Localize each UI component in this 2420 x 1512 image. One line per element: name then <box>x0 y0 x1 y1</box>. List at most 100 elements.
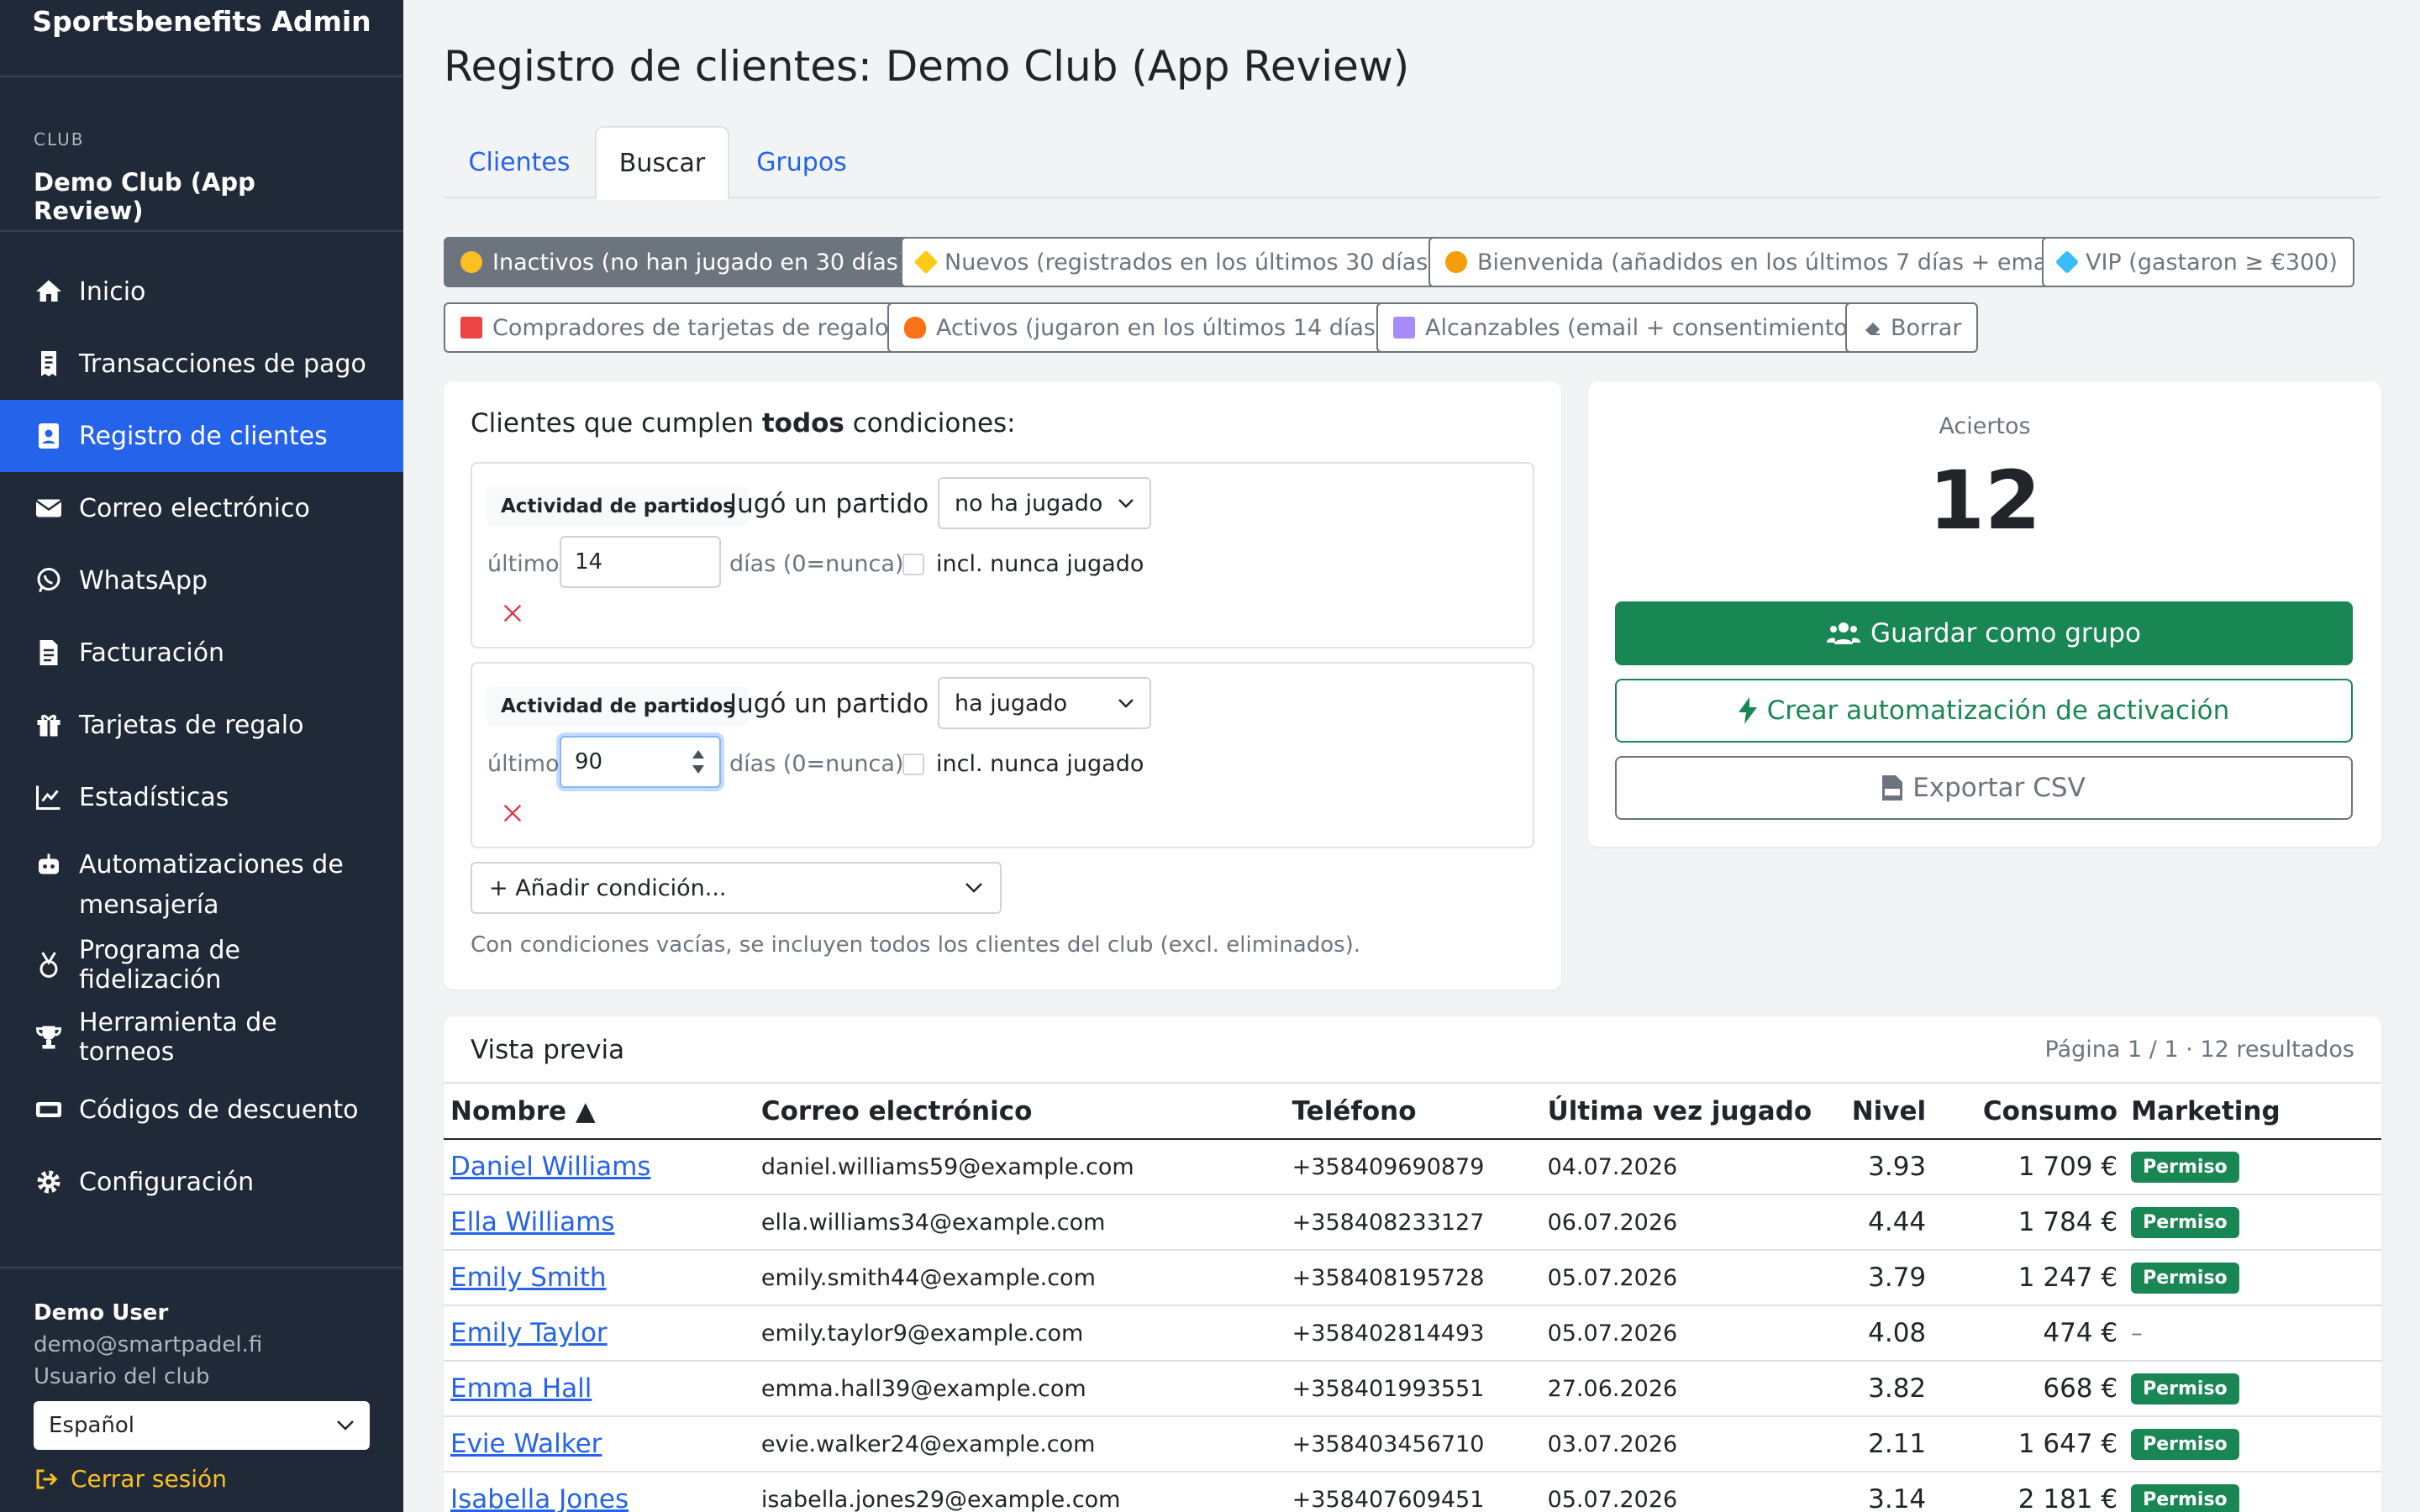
table-row: Evie Walker evie.walker24@example.com +358… <box>444 1416 2381 1473</box>
marketing-badge: Permiso <box>2131 1151 2239 1183</box>
sidebar-item-inicio[interactable]: Inicio <box>0 255 403 328</box>
tab-clientes[interactable]: Clientes <box>444 126 595 198</box>
save-group-button[interactable]: Guardar como grupo <box>1615 601 2353 665</box>
sidebar-item-registro-clientes[interactable]: Registro de clientes <box>0 400 403 472</box>
cell-last-played: 05.07.2026 <box>1540 1250 1819 1306</box>
conditions-heading-bold: todos <box>761 408 844 438</box>
column-header-nivel[interactable]: Nivel <box>1818 1084 1933 1140</box>
export-csv-label: Exportar CSV <box>1912 773 2086 803</box>
tab-grupos[interactable]: Grupos <box>729 126 874 198</box>
preset-compradores-tarjetas[interactable]: Compradores de tarjetas de regalo <box>444 302 906 353</box>
column-header-nombre[interactable]: Nombre ▲ <box>444 1084 755 1140</box>
customer-link[interactable]: Emma Hall <box>450 1373 592 1404</box>
sidebar-item-label: Inicio <box>79 276 146 307</box>
preset-label: Activos (jugaron en los últimos 14 días) <box>936 314 1385 341</box>
preview-header: Vista previa Página 1 / 1 · 12 resultado… <box>444 1016 2381 1084</box>
preset-inactivos[interactable]: Inactivos (no han jugado en 30 días) <box>444 237 924 287</box>
cell-email: emma.hall39@example.com <box>754 1361 1286 1417</box>
sidebar-item-whatsapp[interactable]: WhatsApp <box>0 544 403 617</box>
condition-days-input[interactable]: 90 <box>560 736 721 788</box>
include-never-checkbox[interactable]: incl. nunca jugado <box>902 751 1144 777</box>
condition-days-value: 90 <box>575 749 603 774</box>
spinner-arrows-icon[interactable] <box>691 745 706 779</box>
customer-link[interactable]: Evie Walker <box>450 1429 602 1459</box>
marketing-badge: Permiso <box>2131 1428 2239 1460</box>
column-header-consumo[interactable]: Consumo <box>1933 1084 2125 1140</box>
sidebar-item-tarjetas-regalo[interactable]: Tarjetas de regalo <box>0 689 403 761</box>
results-table: Nombre ▲ Correo electrónico Teléfono Últ… <box>444 1084 2381 1512</box>
gift-icon <box>37 715 60 737</box>
marketing-none: – <box>2131 1320 2143 1347</box>
preset-bienvenida[interactable]: Bienvenida (añadidos en los últimos 7 dí… <box>1428 237 2086 287</box>
column-header-marketing[interactable]: Marketing <box>2124 1084 2381 1140</box>
preset-vip[interactable]: VIP (gastaron ≥ €300) <box>2042 237 2354 287</box>
cell-level: 3.14 <box>1818 1472 1933 1512</box>
preset-borrar[interactable]: Borrar <box>1845 302 1979 353</box>
sidebar-item-transacciones[interactable]: Transacciones de pago <box>0 328 403 400</box>
include-never-checkbox[interactable]: incl. nunca jugado <box>902 551 1144 577</box>
club-name: Demo Club (App Review) <box>34 168 255 225</box>
condition-days-input[interactable]: 14 <box>560 536 721 588</box>
table-row: Emma Hall emma.hall39@example.com +3584019… <box>444 1361 2381 1417</box>
condition-operator-select[interactable]: no ha jugado <box>938 477 1151 529</box>
sidebar-item-label: Estadísticas <box>79 782 229 812</box>
create-automation-button[interactable]: Crear automatización de activación <box>1615 679 2353 743</box>
cell-spend: 1 647 € <box>1933 1416 2125 1473</box>
preset-alcanzables[interactable]: Alcanzables (email + consentimiento) <box>1376 302 1874 353</box>
chevron-down-icon <box>337 1420 354 1431</box>
sidebar-item-fidelizacion[interactable]: Programa de fidelización <box>0 929 403 1001</box>
cell-level: 2.11 <box>1818 1416 1933 1473</box>
sidebar-item-label: Códigos de descuento <box>79 1095 359 1125</box>
tab-buscar[interactable]: Buscar <box>595 126 729 200</box>
sidebar-item-facturacion[interactable]: Facturación <box>0 617 403 689</box>
preset-activos[interactable]: Activos (jugaron en los últimos 14 días) <box>887 302 1402 353</box>
customer-link[interactable]: Isabella Jones <box>450 1484 629 1512</box>
condition-operator-select[interactable]: ha jugado <box>938 677 1151 729</box>
cell-name: Emily Taylor <box>444 1305 755 1362</box>
chevron-down-icon <box>1118 699 1134 708</box>
ticket-icon <box>36 1102 61 1117</box>
logout-link[interactable]: Cerrar sesión <box>34 1465 370 1493</box>
add-condition-select[interactable]: + Añadir condición... <box>471 862 1002 914</box>
preview-title: Vista previa <box>471 1035 625 1065</box>
column-header-correo[interactable]: Correo electrónico <box>754 1084 1286 1140</box>
customer-link[interactable]: Emily Taylor <box>450 1318 608 1348</box>
cell-marketing: Permiso <box>2124 1139 2381 1195</box>
sidebar-item-label: Transacciones de pago <box>79 349 366 379</box>
preset-nuevos[interactable]: Nuevos (registrados en los últimos 30 dí… <box>901 237 1454 287</box>
column-header-telefono[interactable]: Teléfono <box>1285 1084 1541 1140</box>
customer-link[interactable]: Ella Williams <box>450 1207 614 1237</box>
gear-icon <box>37 1170 60 1194</box>
table-row: Emily Taylor emily.taylor9@example.com +35… <box>444 1305 2381 1362</box>
sidebar-item-descuentos[interactable]: Códigos de descuento <box>0 1074 403 1146</box>
cell-spend: 474 € <box>1933 1305 2125 1362</box>
cell-name: Emily Smith <box>444 1250 755 1306</box>
save-group-label: Guardar como grupo <box>1870 618 2141 648</box>
language-select[interactable]: Español <box>34 1401 370 1450</box>
column-header-ultima-vez[interactable]: Última vez jugado <box>1540 1084 1819 1140</box>
checkbox-box[interactable] <box>902 753 924 775</box>
sidebar-item-correo[interactable]: Correo electrónico <box>0 472 403 544</box>
sidebar-item-configuracion[interactable]: Configuración <box>0 1146 403 1218</box>
robot-icon <box>39 853 59 874</box>
trophy-icon <box>35 1026 62 1049</box>
sidebar-item-automatizaciones[interactable]: Automatizaciones de mensajería <box>0 833 403 929</box>
checkbox-box[interactable] <box>902 553 924 575</box>
envelope-icon <box>35 499 62 517</box>
line-chart-icon <box>36 785 60 810</box>
cell-phone: +358407609451 <box>1285 1472 1541 1512</box>
sparkles-icon <box>913 249 939 275</box>
cell-last-played: 06.07.2026 <box>1540 1194 1819 1251</box>
sidebar-item-torneos[interactable]: Herramienta de torneos <box>0 1001 403 1074</box>
remove-condition-icon[interactable] <box>501 801 524 825</box>
hits-card: Aciertos 12 Guardar como grupo Crear aut… <box>1588 381 2381 847</box>
sidebar-item-label: Facturación <box>79 638 225 668</box>
waving-hand-icon <box>1445 251 1467 273</box>
customer-link[interactable]: Daniel Williams <box>450 1152 650 1182</box>
remove-condition-icon[interactable] <box>501 601 524 625</box>
sidebar-item-label: Herramienta de torneos <box>79 1008 277 1067</box>
customer-link[interactable]: Emily Smith <box>450 1263 607 1293</box>
cell-marketing: Permiso <box>2124 1250 2381 1306</box>
sidebar-item-estadisticas[interactable]: Estadísticas <box>0 761 403 833</box>
export-csv-button[interactable]: Exportar CSV <box>1615 756 2353 820</box>
